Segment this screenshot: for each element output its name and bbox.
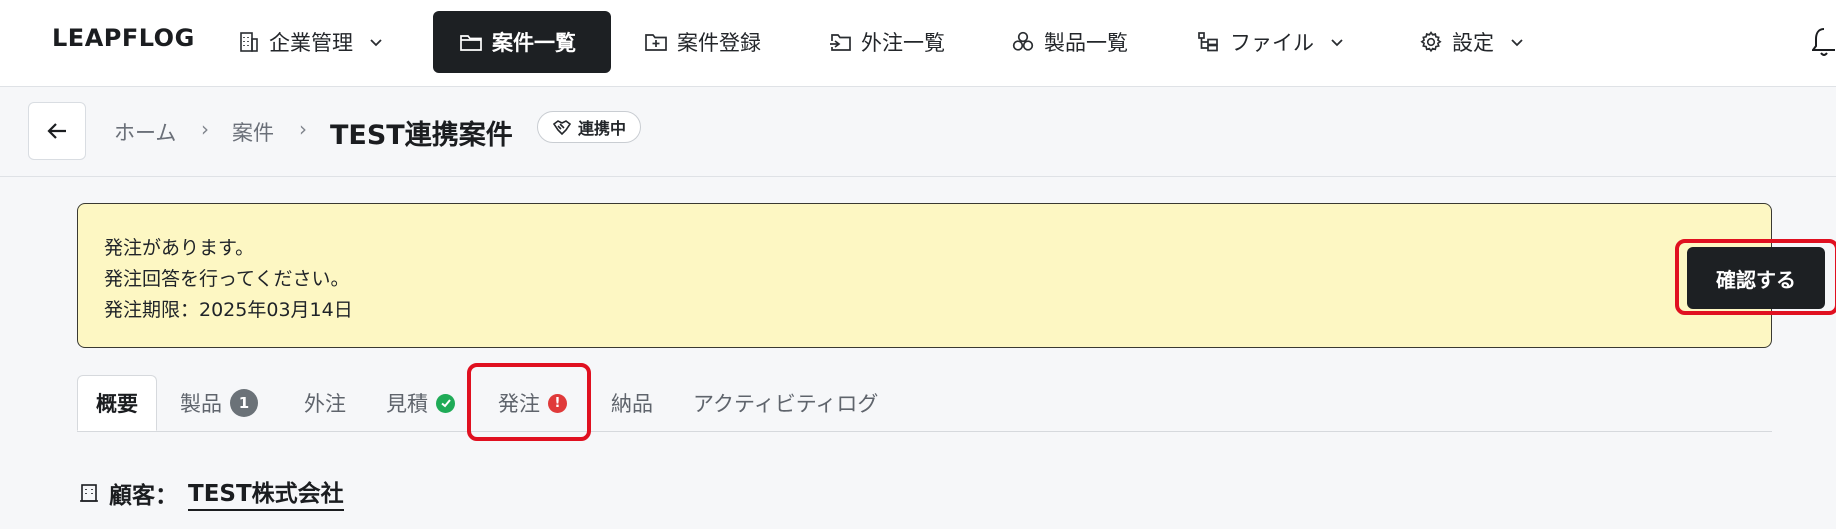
folder-icon <box>460 35 482 51</box>
nav-project-register[interactable]: 案件登録 <box>632 11 773 73</box>
tab-outsource[interactable]: 外注 <box>304 375 346 431</box>
nav-label: 設定 <box>1452 31 1494 55</box>
tab-products[interactable]: 製品 1 <box>180 375 258 431</box>
chevron-down-icon <box>1331 39 1343 47</box>
tab-overview[interactable]: 概要 <box>77 375 157 431</box>
tab-estimate[interactable]: 見積 <box>386 375 455 431</box>
nav-label: 外注一覧 <box>861 31 945 55</box>
bell-icon[interactable] <box>1812 26 1836 58</box>
building-icon <box>240 32 258 52</box>
tab-label: 見積 <box>386 392 428 416</box>
tab-delivery[interactable]: 納品 <box>611 375 653 431</box>
alert-message-line: 発注回答を行ってください。 <box>104 268 350 290</box>
folder-plus-icon <box>645 34 667 51</box>
nav-company-management[interactable]: 企業管理 <box>226 11 396 73</box>
alert-deadline: 発注期限：2025年03月14日 <box>104 299 353 321</box>
nav-settings[interactable]: 設定 <box>1407 11 1537 73</box>
handshake-icon <box>552 120 572 136</box>
tab-label: 概要 <box>96 392 138 416</box>
order-tab-highlight <box>467 363 591 441</box>
breadcrumb-projects[interactable]: 案件 <box>232 117 274 147</box>
boxes-icon <box>1012 31 1034 51</box>
status-badge: 連携中 <box>537 111 642 143</box>
alert-message-line: 発注があります。 <box>104 237 255 259</box>
building-icon <box>80 483 98 502</box>
breadcrumb-separator: › <box>201 117 209 141</box>
tab-label: 製品 <box>180 392 222 416</box>
breadcrumb-home[interactable]: ホーム <box>114 117 176 147</box>
nav-project-list[interactable]: 案件一覧 <box>433 11 611 73</box>
top-navigation: LEAPFLOG 企業管理 案件一覧 案件登録 外注一覧 製品一覧 ファイル 設… <box>0 0 1836 87</box>
folder-arrow-icon <box>830 34 851 51</box>
gear-icon <box>1420 31 1442 53</box>
nav-label: 企業管理 <box>269 31 353 55</box>
status-badge-label: 連携中 <box>578 119 627 138</box>
check-circle-icon <box>436 393 455 413</box>
arrow-left-icon <box>47 123 66 139</box>
order-alert-banner: 発注があります。 発注回答を行ってください。 発注期限：2025年03月14日 … <box>77 203 1836 348</box>
breadcrumb-bar: ホーム › 案件 › TEST連携案件 連携中 <box>0 87 1836 177</box>
nav-outsource-list[interactable]: 外注一覧 <box>816 11 957 73</box>
customer-name-link[interactable]: TEST株式会社 <box>188 474 344 511</box>
nav-label: 製品一覧 <box>1044 31 1128 55</box>
tab-label: アクティビティログ <box>693 392 879 416</box>
page-title: TEST連携案件 <box>330 120 513 151</box>
confirm-button[interactable]: 確認する <box>1687 247 1825 309</box>
nav-label: ファイル <box>1230 31 1314 55</box>
nav-label: 案件一覧 <box>492 31 576 55</box>
breadcrumb-separator: › <box>299 117 307 141</box>
nav-label: 案件登録 <box>677 31 761 55</box>
back-button[interactable] <box>28 102 86 160</box>
app-logo[interactable]: LEAPFLOG <box>52 24 195 52</box>
tab-label: 外注 <box>304 392 346 416</box>
nav-product-list[interactable]: 製品一覧 <box>999 11 1140 73</box>
tab-label: 納品 <box>611 392 653 416</box>
tab-activity-log[interactable]: アクティビティログ <box>693 375 878 431</box>
chevron-down-icon <box>370 39 382 47</box>
customer-label: 顧客： <box>109 482 178 509</box>
count-badge: 1 <box>230 389 258 417</box>
chevron-down-icon <box>1511 39 1523 47</box>
nav-files[interactable]: ファイル <box>1185 11 1357 73</box>
customer-section: 顧客： TEST株式会社 <box>79 474 344 511</box>
file-tree-icon <box>1198 32 1218 52</box>
project-tabs: 概要 製品 1 外注 見積 発注 ! 納品 アクティビティログ <box>77 375 1772 432</box>
